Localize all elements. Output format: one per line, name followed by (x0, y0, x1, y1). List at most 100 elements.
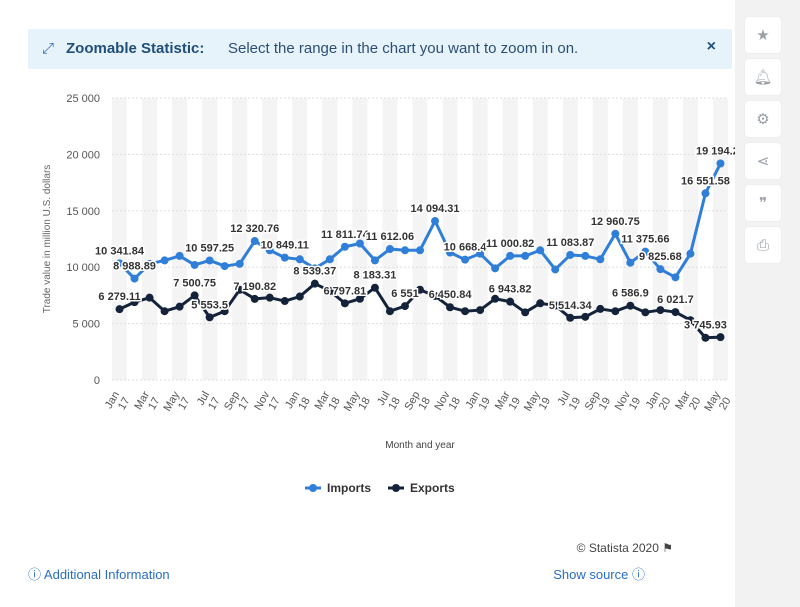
data-point-exports (626, 301, 635, 310)
y-tick-label: 10 000 (66, 262, 100, 274)
data-label: 11 083.87 (546, 237, 594, 249)
data-point-exports (446, 303, 455, 312)
settings-button[interactable]: ⚙ (745, 101, 781, 137)
plot-band (592, 98, 608, 380)
info-icon: ⓘ (631, 567, 645, 582)
x-tick-label: Sep17 (222, 390, 253, 419)
data-label: 8 988.89 (113, 261, 156, 273)
data-label: 8 183.31 (354, 270, 397, 282)
data-point-imports (190, 260, 199, 269)
data-point-imports (491, 264, 500, 273)
print-button[interactable]: ⎙ (745, 227, 781, 263)
x-tick-label: May20 (702, 389, 733, 419)
data-point-exports (280, 297, 289, 306)
x-tick-label: Sep18 (402, 390, 433, 419)
data-point-exports (250, 294, 259, 303)
data-label: 19 194.23 (696, 145, 735, 157)
data-label: 11 612.06 (366, 231, 414, 243)
data-point-imports (416, 246, 424, 255)
gear-icon: ⚙ (756, 111, 770, 128)
x-tick-label: Mar19 (493, 389, 523, 418)
data-point-exports (521, 308, 530, 317)
data-point-imports (325, 255, 334, 264)
data-point-exports (506, 297, 515, 306)
data-label: 14 094.31 (411, 203, 460, 215)
data-label: 11 375.66 (621, 234, 669, 246)
data-point-exports (671, 308, 680, 317)
data-point-exports (160, 307, 169, 316)
x-tick-label: Jul17 (195, 390, 223, 414)
data-point-imports (340, 242, 349, 251)
x-tick-label: May19 (522, 389, 553, 419)
share-button[interactable]: ⋖ (745, 143, 781, 179)
data-point-imports (551, 265, 560, 274)
data-label: 10 849.11 (261, 240, 309, 252)
x-tick-label: Jul18 (375, 390, 403, 414)
x-tick-label: Jan19 (463, 390, 493, 417)
info-icon: ⓘ (28, 567, 42, 582)
data-point-exports (340, 299, 349, 308)
additional-information-link[interactable]: ⓘ Additional Information (28, 564, 170, 583)
data-point-exports (115, 305, 124, 314)
data-point-exports (461, 307, 470, 316)
sidebar-toolbar: ★ 🔔︎ ⚙ ⋖ ❞ ⎙ (745, 17, 781, 269)
data-label: 10 341.84 (95, 245, 145, 257)
statistic-card: ⤢ Zoomable Statistic: Select the range i… (0, 0, 735, 607)
plot-band (112, 98, 128, 380)
legend-label: Exports (410, 481, 455, 495)
data-point-imports (566, 250, 575, 259)
plot-band (172, 98, 188, 380)
x-tick-label: Jan17 (103, 390, 133, 417)
copyright-text: © Statista 2020 (576, 541, 659, 555)
data-point-imports (656, 265, 665, 274)
data-label: 6 450.84 (429, 289, 473, 301)
line-chart[interactable]: 0 5 000 10 000 15 000 20 000 25 000 Jan17 Mar17… (0, 0, 735, 530)
data-label: 10 597.25 (185, 242, 234, 254)
data-point-imports (220, 262, 229, 271)
data-point-exports (265, 293, 274, 302)
legend-marker (309, 484, 317, 492)
quote-icon: ❞ (758, 195, 768, 212)
data-label: 16 551.58 (681, 175, 730, 187)
data-point-exports (566, 313, 575, 322)
data-label: 6 586.9 (612, 288, 649, 300)
data-label: 3 745.93 (684, 320, 727, 332)
data-point-exports (190, 291, 199, 300)
x-tick-label: Nov17 (252, 389, 283, 418)
data-point-imports (205, 256, 214, 265)
data-point-exports (310, 279, 319, 288)
y-tick-label: 0 (94, 375, 100, 387)
plot-band (682, 98, 698, 380)
data-label: 10 668.4 (444, 242, 488, 254)
data-point-exports (370, 283, 379, 292)
data-point-imports (431, 217, 440, 226)
data-point-imports (686, 249, 695, 258)
data-point-exports (581, 312, 590, 321)
data-point-imports (130, 274, 139, 283)
y-tick-label: 15 000 (66, 206, 100, 218)
x-tick-label: May17 (161, 389, 192, 419)
print-icon: ⎙ (756, 236, 769, 254)
data-point-imports (626, 258, 635, 267)
data-point-imports (461, 255, 470, 264)
x-tick-label: Nov19 (613, 389, 644, 418)
show-source-link[interactable]: Show source ⓘ (553, 564, 645, 583)
data-point-exports (491, 294, 500, 303)
data-label: 7 190.82 (233, 281, 276, 293)
data-point-imports (235, 259, 244, 268)
y-tick-label: 25 000 (66, 93, 100, 105)
x-tick-label: Mar17 (132, 389, 162, 418)
star-button[interactable]: ★ (745, 17, 781, 53)
show-source-label: Show source (553, 567, 629, 582)
x-axis-title: Month and year (385, 440, 455, 451)
data-point-exports (701, 333, 710, 342)
copyright: © Statista 2020 ⚑ (577, 541, 673, 555)
data-label: 6 021.7 (657, 294, 694, 306)
cite-button[interactable]: ❞ (745, 185, 781, 221)
x-tick-label: Mar20 (673, 389, 703, 418)
data-point-exports (295, 292, 304, 301)
data-point-exports (175, 302, 184, 311)
data-point-imports (295, 255, 304, 264)
data-label: 6 279.11 (98, 291, 140, 303)
notification-button[interactable]: 🔔︎ (745, 59, 781, 95)
